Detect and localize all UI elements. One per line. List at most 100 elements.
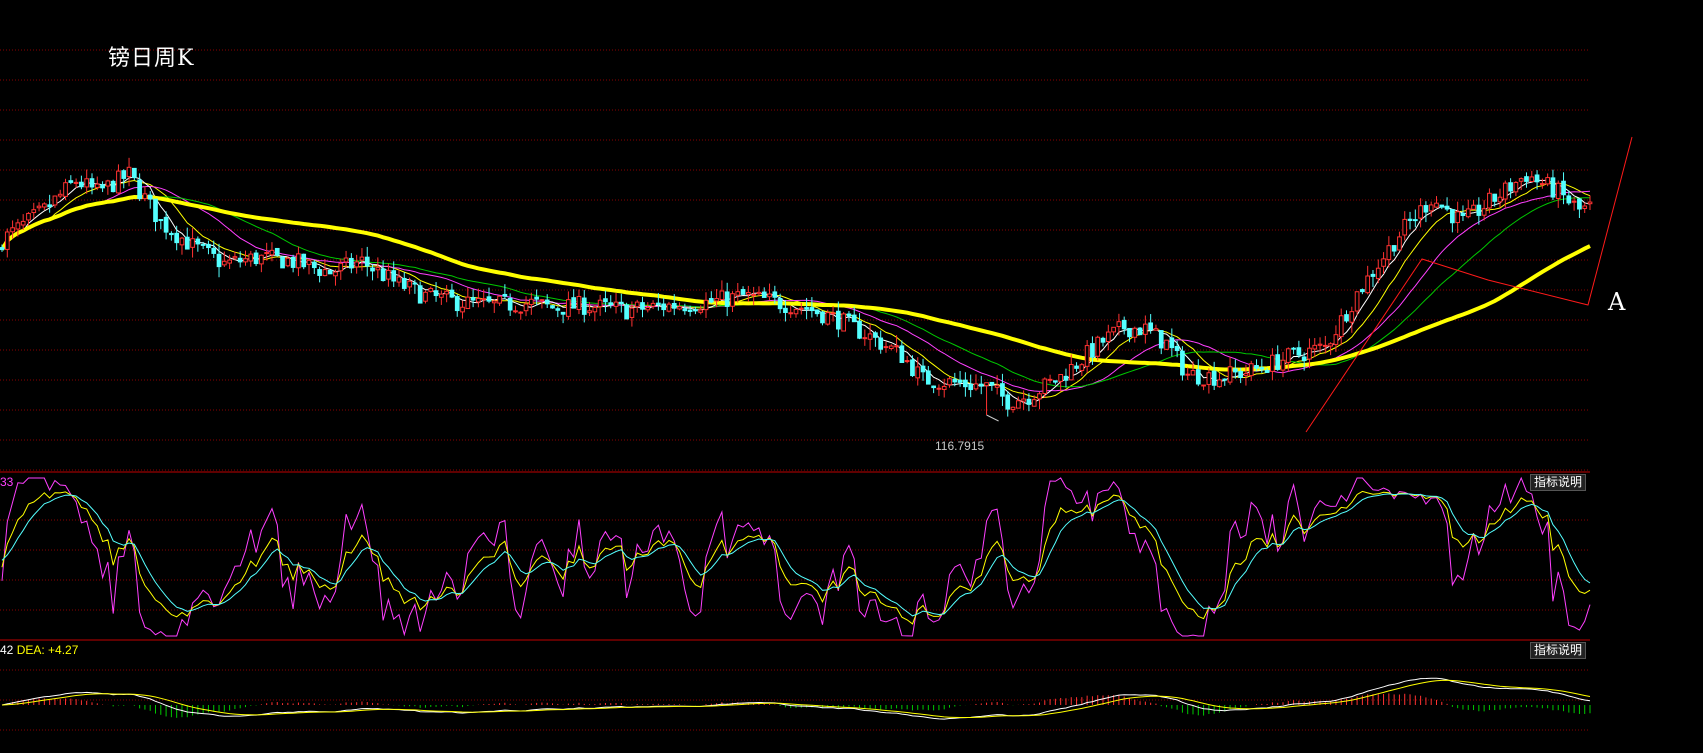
- candle-up: [1042, 378, 1048, 394]
- candle-down: [1100, 337, 1106, 343]
- candle-up: [698, 309, 704, 313]
- candle-up: [354, 261, 360, 268]
- candle-up: [465, 296, 471, 309]
- candle-down: [571, 297, 577, 309]
- candle-down: [851, 314, 857, 323]
- candle-up: [116, 170, 121, 194]
- candle-up: [1455, 211, 1461, 224]
- candle-down: [544, 299, 550, 305]
- candle-down: [814, 309, 820, 315]
- kdj-explain-button[interactable]: 指标说明: [1529, 474, 1586, 491]
- candle-up: [1217, 379, 1222, 388]
- kdj-legend-value: 33: [0, 475, 14, 489]
- candle-down: [370, 267, 375, 272]
- candle-up: [142, 193, 148, 200]
- candle-down: [1407, 218, 1413, 221]
- candle-up: [84, 178, 90, 188]
- candle-up: [941, 385, 947, 390]
- candle-down: [1222, 378, 1228, 381]
- candle-up: [947, 378, 952, 386]
- candle-up: [984, 382, 989, 387]
- candle-down: [1534, 174, 1540, 183]
- candle-up: [1270, 354, 1275, 372]
- candle-down: [253, 252, 259, 265]
- candle-up: [994, 384, 1000, 388]
- candle-up: [1185, 373, 1191, 376]
- candle-up: [518, 311, 524, 314]
- candle-down: [963, 379, 968, 388]
- candle-down: [216, 253, 222, 268]
- candle-down: [809, 307, 815, 312]
- candle-up: [338, 262, 344, 272]
- candle-up: [1021, 398, 1026, 402]
- candle-down: [820, 311, 825, 324]
- kdj-legend: 33: [0, 475, 13, 489]
- candle-down: [910, 359, 915, 377]
- candle-up: [1317, 343, 1323, 346]
- candle-down: [581, 297, 587, 315]
- candle-down: [1577, 198, 1582, 210]
- candle-up: [333, 271, 338, 277]
- candle-down: [1296, 347, 1302, 356]
- candle-down: [470, 297, 476, 301]
- candle-up: [513, 310, 518, 313]
- candle-down: [327, 269, 333, 275]
- candle-down: [433, 290, 439, 297]
- candle-up: [31, 209, 37, 214]
- candle-up: [1402, 218, 1408, 236]
- candle-up: [1095, 336, 1101, 357]
- candle-up: [1031, 399, 1037, 407]
- candle-up: [1338, 315, 1344, 338]
- candle-down: [772, 291, 778, 298]
- candle-down: [311, 261, 317, 269]
- candle-up: [1518, 178, 1524, 182]
- candle-up: [1143, 323, 1148, 335]
- candle-up: [1349, 311, 1355, 323]
- candle-up: [1312, 344, 1318, 350]
- candle-up: [322, 269, 328, 277]
- candle-up: [232, 256, 238, 259]
- macd-explain-button[interactable]: 指标说明: [1529, 642, 1586, 659]
- candle-up: [73, 181, 79, 184]
- candle-down: [1211, 370, 1217, 386]
- candle-down: [237, 257, 243, 263]
- candle-down: [682, 308, 688, 312]
- candle-down: [1492, 193, 1498, 202]
- candle-up: [756, 291, 762, 295]
- candle-up: [825, 312, 831, 325]
- candle-up: [1164, 339, 1169, 350]
- candle-down: [100, 184, 105, 189]
- candle-up: [1434, 202, 1439, 208]
- candle-up: [1540, 183, 1545, 186]
- candle-up: [650, 302, 656, 307]
- candle-up: [566, 299, 571, 317]
- trend-drawings: [1305, 136, 1633, 433]
- chart-canvas: [0, 49, 1633, 731]
- candle-up: [677, 306, 682, 310]
- candle-up: [396, 276, 402, 283]
- candle-down: [47, 204, 52, 208]
- candle-up: [767, 293, 772, 298]
- candle-up: [1582, 205, 1588, 209]
- candle-up: [894, 345, 899, 348]
- candle-up: [1285, 348, 1291, 363]
- candle-down: [1063, 375, 1069, 381]
- candle-down: [401, 277, 407, 289]
- candle-down: [1254, 365, 1259, 369]
- candle-down: [989, 381, 995, 386]
- candle-down: [121, 170, 127, 179]
- candle-down: [1460, 212, 1466, 216]
- candle-up: [788, 312, 794, 315]
- candle-up: [1105, 331, 1111, 342]
- kdj-panel-grid: [0, 519, 1590, 641]
- candle-up: [862, 337, 868, 340]
- candle-down: [391, 270, 397, 282]
- candle-down: [486, 296, 492, 302]
- candle-up: [386, 269, 391, 280]
- candle-down: [957, 379, 963, 383]
- candle-down: [137, 179, 142, 200]
- candle-up: [248, 253, 254, 262]
- candle-down: [1439, 204, 1445, 208]
- candle-down: [1026, 398, 1032, 405]
- candle-down: [925, 370, 931, 385]
